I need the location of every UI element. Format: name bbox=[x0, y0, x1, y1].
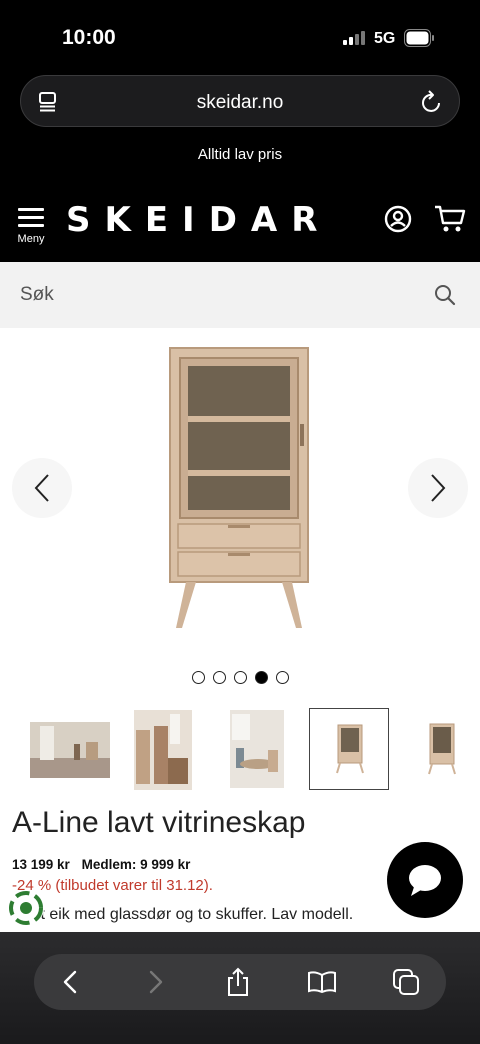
chat-button[interactable] bbox=[387, 842, 463, 918]
search-input[interactable]: Søk bbox=[20, 284, 54, 306]
gallery-dot[interactable] bbox=[233, 671, 247, 684]
screen: 10:00 5G skeidar.no Alltid lav pris Meny… bbox=[0, 0, 480, 1044]
signal-icon bbox=[343, 31, 365, 45]
search-bar[interactable]: Søk bbox=[0, 262, 480, 328]
eco-badge[interactable] bbox=[8, 890, 44, 926]
search-icon[interactable] bbox=[434, 284, 456, 306]
thumbnail-5[interactable] bbox=[400, 708, 480, 790]
back-icon bbox=[63, 970, 77, 994]
url-text[interactable]: skeidar.no bbox=[21, 92, 459, 114]
gallery-next-button[interactable] bbox=[408, 458, 468, 518]
status-bar: 10:00 5G bbox=[0, 0, 480, 64]
gallery-prev-button[interactable] bbox=[12, 458, 72, 518]
browser-bottom-bar bbox=[0, 932, 480, 1044]
thumbnail-4-selected[interactable] bbox=[309, 708, 389, 790]
gallery-dot[interactable] bbox=[191, 671, 205, 684]
thumbnail-1[interactable] bbox=[24, 708, 114, 790]
product-image bbox=[169, 347, 309, 628]
share-icon bbox=[228, 967, 248, 996]
product-title: A-Line lavt vitrineskap bbox=[12, 806, 306, 839]
forward-icon bbox=[149, 970, 163, 994]
site-header: Meny SKEIDAR bbox=[0, 192, 480, 262]
battery-icon bbox=[404, 29, 434, 47]
gallery-dot[interactable] bbox=[212, 671, 226, 684]
member-price: Medlem: 9 999 kr bbox=[81, 857, 191, 872]
bookmarks-button[interactable] bbox=[306, 966, 338, 998]
eco-icon bbox=[9, 891, 43, 925]
gallery-dots bbox=[0, 671, 480, 684]
chevron-left-icon bbox=[34, 474, 49, 502]
gallery-dot[interactable] bbox=[275, 671, 289, 684]
network-label: 5G bbox=[374, 30, 396, 47]
menu-button[interactable]: Meny bbox=[14, 206, 48, 245]
cart-icon[interactable] bbox=[434, 204, 466, 234]
browser-toolbar bbox=[34, 954, 446, 1010]
account-icon[interactable] bbox=[384, 205, 412, 233]
thumbnail-strip bbox=[0, 708, 480, 792]
thumbnail-3[interactable] bbox=[222, 708, 312, 790]
menu-icon bbox=[14, 208, 48, 227]
chevron-right-icon bbox=[431, 474, 446, 502]
tabs-icon bbox=[393, 969, 419, 995]
logo[interactable]: SKEIDAR bbox=[66, 200, 331, 240]
forward-button[interactable] bbox=[140, 966, 172, 998]
address-bar[interactable]: skeidar.no bbox=[20, 75, 460, 127]
browser-top: skeidar.no Alltid lav pris bbox=[0, 64, 480, 192]
tabs-button[interactable] bbox=[390, 966, 422, 998]
menu-label: Meny bbox=[17, 233, 45, 245]
thumbnail-2[interactable] bbox=[126, 708, 216, 790]
promo-banner[interactable]: Alltid lav pris bbox=[0, 146, 480, 163]
bookmarks-icon bbox=[308, 971, 336, 994]
status-time: 10:00 bbox=[62, 26, 116, 49]
product-price: 13 199 kr bbox=[12, 857, 70, 872]
back-button[interactable] bbox=[54, 966, 86, 998]
share-button[interactable] bbox=[222, 966, 254, 998]
product-gallery[interactable] bbox=[0, 328, 480, 698]
price-row: 13 199 kr Medlem: 9 999 kr bbox=[12, 857, 190, 872]
reload-icon[interactable] bbox=[421, 90, 443, 114]
gallery-dot-active[interactable] bbox=[254, 671, 268, 684]
chat-icon bbox=[409, 865, 441, 896]
